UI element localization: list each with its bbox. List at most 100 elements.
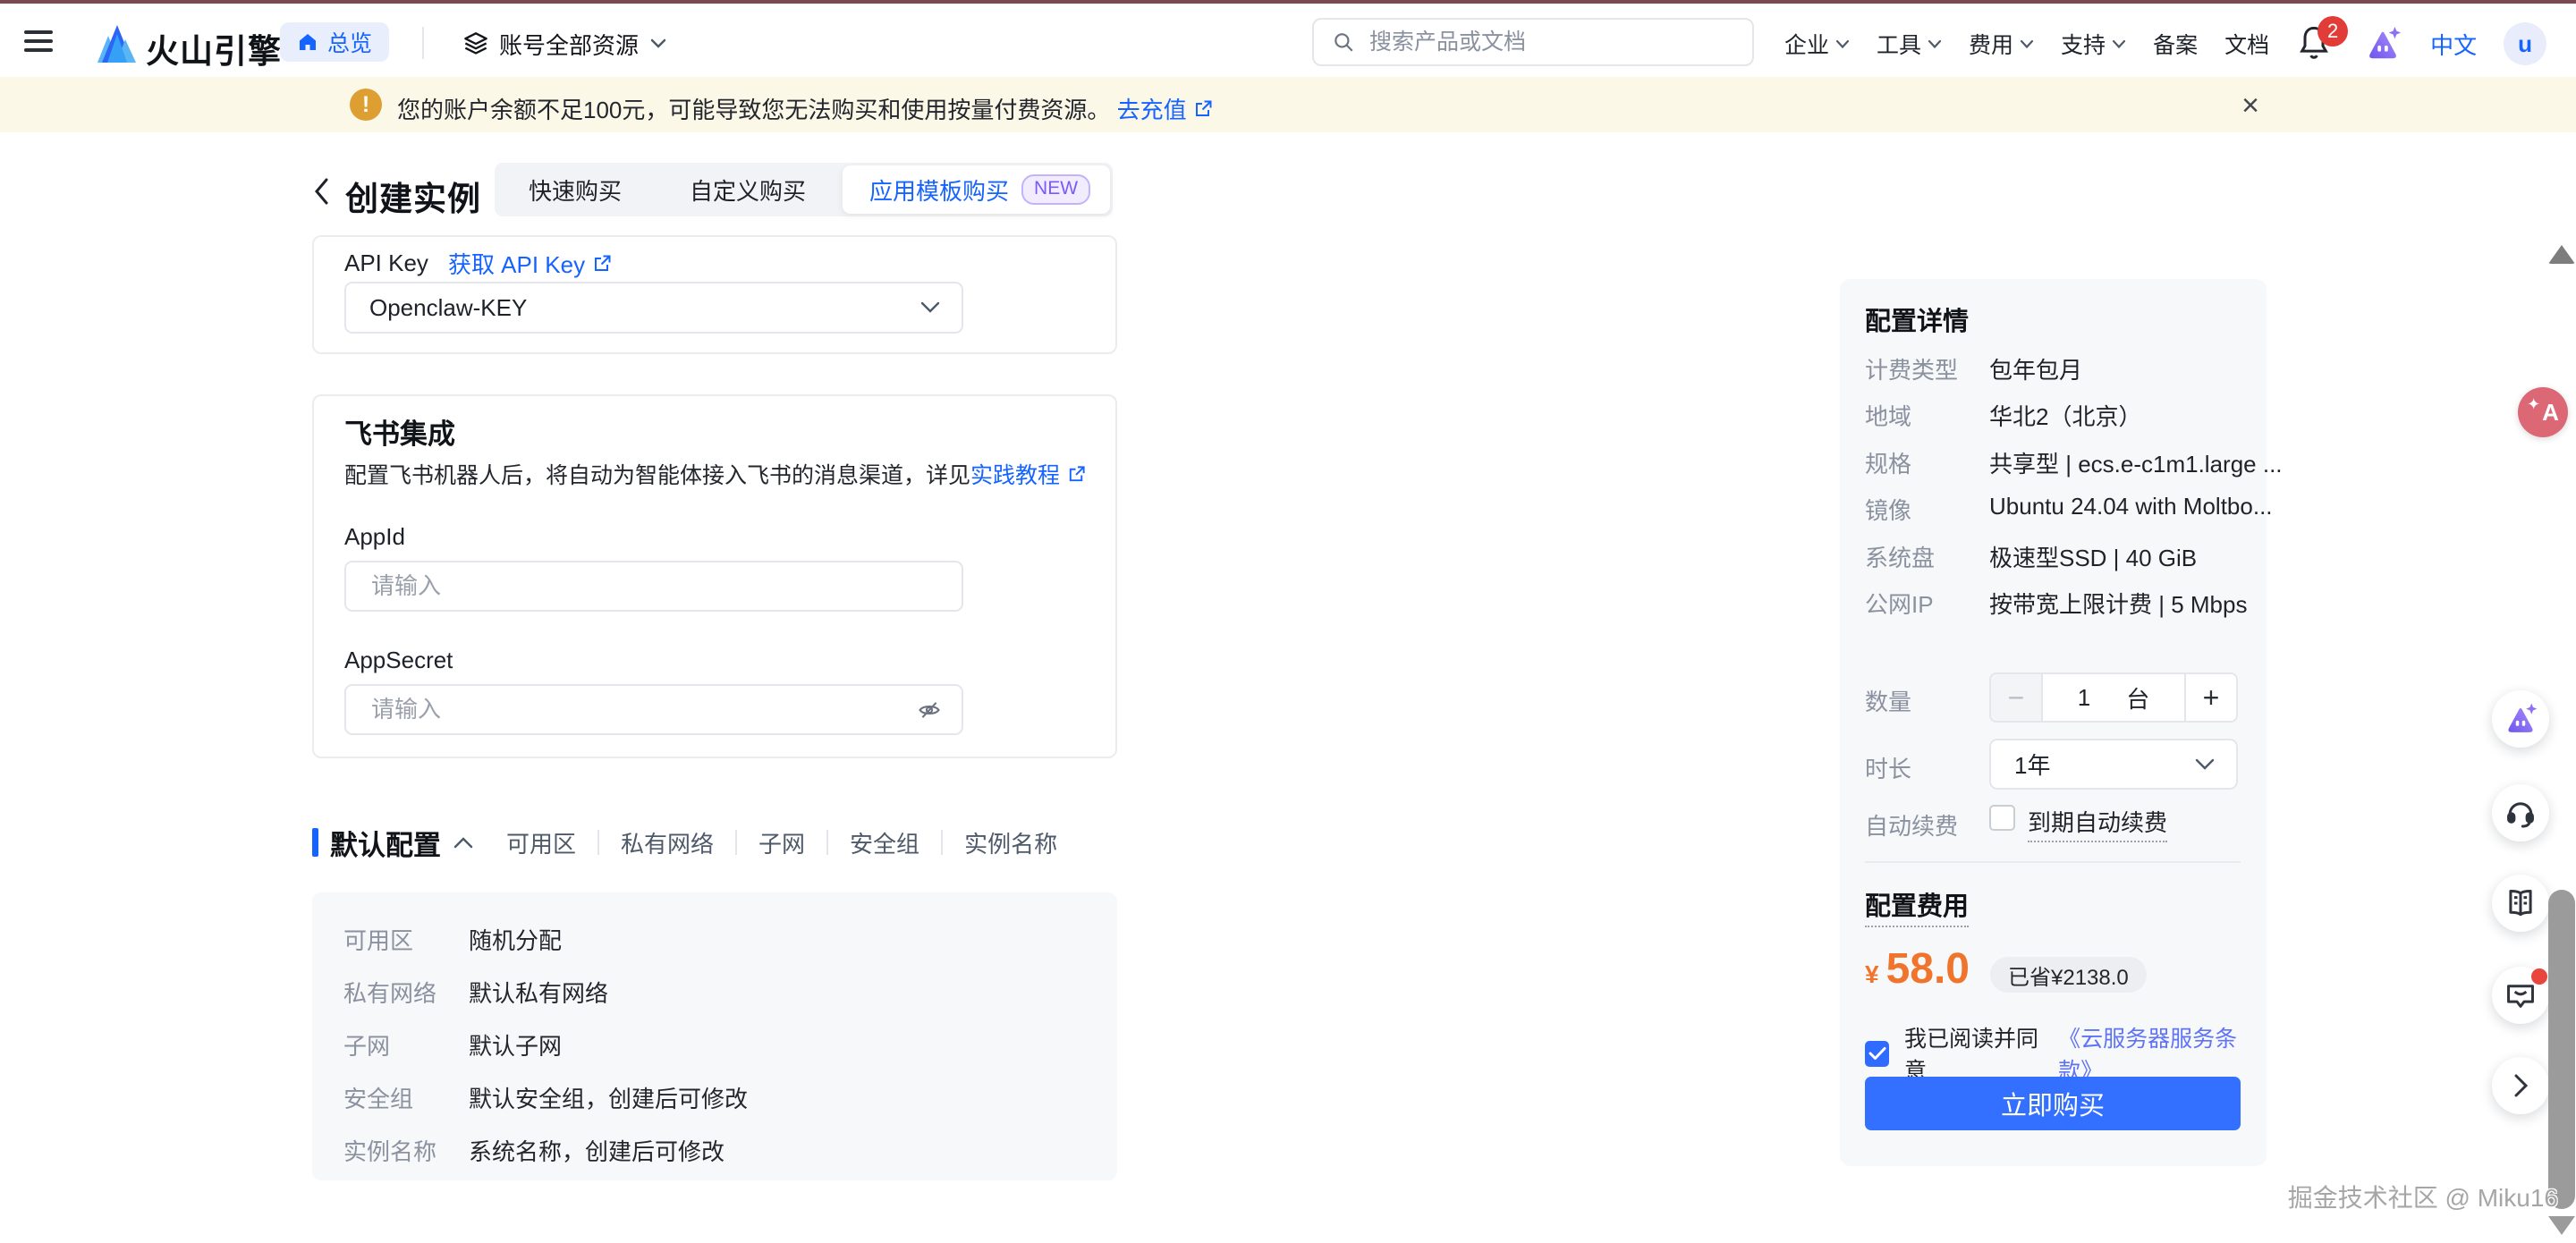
search-input[interactable] bbox=[1368, 29, 1711, 56]
notification-count-badge: 2 bbox=[2318, 16, 2348, 47]
anchor-availability-zone[interactable]: 可用区 bbox=[506, 826, 576, 859]
price: ¥ 58.0 bbox=[1865, 944, 1970, 994]
anchor-subnet[interactable]: 子网 bbox=[758, 826, 805, 859]
external-link-icon bbox=[1066, 464, 1087, 485]
chevron-down-icon bbox=[920, 301, 940, 314]
quantity-minus-button[interactable]: − bbox=[1991, 674, 2043, 721]
banner-close-icon[interactable]: × bbox=[2233, 88, 2268, 123]
default-config-anchors: 可用区 私有网络 子网 安全组 实例名称 bbox=[506, 824, 1057, 860]
nav-right-menu: 企业 工具 费用 支持 备案 文档 2 bbox=[1784, 7, 2558, 80]
anchor-instance-name[interactable]: 实例名称 bbox=[964, 826, 1057, 859]
quantity-unit: 台 bbox=[2126, 681, 2149, 715]
auto-renew-checkbox[interactable] bbox=[1989, 805, 2015, 831]
summary-row: 计费类型包年包月 bbox=[1865, 352, 2082, 385]
tab-template-purchase[interactable]: 应用模板购买 NEW bbox=[843, 165, 1110, 214]
global-search[interactable] bbox=[1312, 18, 1754, 66]
config-row: 可用区随机分配 bbox=[343, 923, 562, 956]
default-config-title[interactable]: 默认配置 bbox=[330, 823, 473, 863]
feishu-description: 配置飞书机器人后，将自动为智能体接入飞书的消息渠道，详见实践教程 bbox=[344, 458, 1087, 490]
hamburger-menu-icon[interactable] bbox=[24, 30, 53, 52]
eye-off-icon[interactable] bbox=[917, 698, 942, 723]
scrollbar-up-arrow[interactable] bbox=[2548, 245, 2575, 264]
new-badge: NEW bbox=[1021, 174, 1090, 204]
summary-title: 配置详情 bbox=[1865, 300, 1969, 338]
duration-select[interactable]: 1年 bbox=[1989, 739, 2238, 790]
appid-input[interactable] bbox=[369, 571, 942, 601]
collapse-toolbar-fab[interactable] bbox=[2492, 1057, 2549, 1114]
summary-row: 公网IP按带宽上限计费 | 5 Mbps bbox=[1865, 587, 2247, 620]
chevron-right-icon bbox=[2509, 1070, 2532, 1101]
summary-row: 规格共享型 | ecs.e-c1m1.large ... bbox=[1865, 446, 2283, 479]
scrollbar-down-arrow[interactable] bbox=[2548, 1216, 2575, 1235]
nav-item-enterprise[interactable]: 企业 bbox=[1784, 28, 1850, 60]
agreement-checkbox[interactable] bbox=[1865, 1041, 1889, 1067]
quantity-value[interactable]: 1 bbox=[2078, 684, 2090, 712]
volcano-engine-console: 火山引擎 总览 账号全部资源 bbox=[0, 0, 2576, 1243]
banner-text: 您的账户余额不足100元，可能导致您无法购买和使用按量付费资源。 去充值 bbox=[397, 92, 1214, 125]
config-row: 安全组默认安全组，创建后可修改 bbox=[343, 1081, 748, 1114]
nav-item-billing[interactable]: 费用 bbox=[1969, 28, 2034, 60]
section-accent-bar bbox=[312, 828, 318, 857]
summary-row: 系统盘极速型SSD | 40 GiB bbox=[1865, 540, 2197, 573]
purchase-mode-tabs: 快速购买 自定义购买 应用模板购买 NEW bbox=[495, 163, 1113, 216]
nav-item-icp[interactable]: 备案 bbox=[2153, 28, 2198, 60]
feedback-fab[interactable] bbox=[2492, 967, 2549, 1024]
tab-custom-purchase[interactable]: 自定义购买 bbox=[656, 163, 840, 216]
default-config-header: 默认配置 bbox=[312, 824, 473, 860]
appsecret-input[interactable] bbox=[369, 695, 917, 724]
quantity-label: 数量 bbox=[1865, 684, 1989, 717]
brand-name: 火山引擎 bbox=[146, 24, 282, 72]
get-api-key-link[interactable]: 获取 API Key bbox=[448, 247, 613, 280]
api-key-select[interactable]: Openclaw-KEY bbox=[344, 282, 963, 334]
tab-quick-purchase[interactable]: 快速购买 bbox=[495, 163, 656, 216]
external-link-icon bbox=[1192, 98, 1214, 120]
book-icon bbox=[2504, 886, 2538, 920]
notification-bell[interactable]: 2 bbox=[2296, 23, 2335, 64]
external-link-icon bbox=[591, 253, 613, 275]
config-summary-panel: 配置详情 计费类型包年包月 地域华北2（北京） 规格共享型 | ecs.e-c1… bbox=[1840, 279, 2267, 1166]
summary-row: 镜像Ubuntu 24.04 with Moltbo... bbox=[1865, 493, 2273, 526]
documentation-fab[interactable] bbox=[2492, 875, 2549, 932]
quantity-stepper: − 1 台 + bbox=[1989, 672, 2238, 723]
overview-button[interactable]: 总览 bbox=[280, 22, 389, 62]
scrollbar-thumb[interactable] bbox=[2548, 890, 2575, 1209]
ai-assistant-fab[interactable] bbox=[2492, 690, 2549, 748]
language-switcher[interactable]: 中文 bbox=[2430, 28, 2477, 61]
volcano-logo-icon[interactable] bbox=[95, 21, 140, 64]
currency-symbol: ¥ bbox=[1865, 960, 1879, 989]
appid-field[interactable] bbox=[344, 561, 963, 612]
mascot-icon bbox=[2502, 700, 2539, 738]
user-avatar[interactable]: u bbox=[2504, 22, 2546, 65]
chevron-down-icon bbox=[2195, 758, 2215, 771]
feishu-title: 飞书集成 bbox=[344, 411, 455, 452]
customer-service-fab[interactable] bbox=[2492, 784, 2549, 841]
buy-now-button[interactable]: 立即购买 bbox=[1865, 1077, 2241, 1130]
api-key-label: API Key bbox=[344, 249, 428, 277]
appsecret-field[interactable] bbox=[344, 684, 963, 735]
anchor-vpc[interactable]: 私有网络 bbox=[621, 826, 714, 859]
back-button[interactable] bbox=[311, 175, 333, 207]
auto-renew-label: 自动续费 bbox=[1865, 808, 1989, 841]
fee-title: 配置费用 bbox=[1865, 885, 1969, 927]
nav-item-support[interactable]: 支持 bbox=[2061, 28, 2126, 60]
sparkle-icon: ✦ bbox=[2527, 395, 2540, 414]
config-row: 实例名称系统名称，创建后可修改 bbox=[343, 1134, 724, 1167]
quantity-plus-button[interactable]: + bbox=[2184, 674, 2236, 721]
feedback-mail-icon bbox=[2504, 978, 2538, 1012]
appsecret-label: AppSecret bbox=[344, 647, 453, 674]
translate-fab[interactable]: ✦ A bbox=[2518, 387, 2568, 437]
nav-item-docs[interactable]: 文档 bbox=[2224, 28, 2269, 60]
home-icon bbox=[297, 31, 318, 53]
nav-divider bbox=[422, 27, 424, 59]
ai-assistant-mascot-icon[interactable] bbox=[2362, 23, 2403, 64]
auto-renew-checkbox-label[interactable]: 到期自动续费 bbox=[2028, 805, 2167, 842]
tutorial-link[interactable]: 实践教程 bbox=[970, 458, 1087, 490]
search-icon bbox=[1332, 30, 1355, 54]
quantity-value-group: 1 台 bbox=[2043, 674, 2184, 721]
anchor-security-group[interactable]: 安全组 bbox=[850, 826, 919, 859]
resource-scope-dropdown[interactable]: 账号全部资源 bbox=[463, 7, 667, 80]
nav-item-tools[interactable]: 工具 bbox=[1877, 28, 1942, 60]
recharge-link[interactable]: 去充值 bbox=[1117, 92, 1214, 125]
savings-badge: 已省¥2138.0 bbox=[1990, 957, 2147, 993]
translate-letter: A bbox=[2542, 399, 2559, 427]
